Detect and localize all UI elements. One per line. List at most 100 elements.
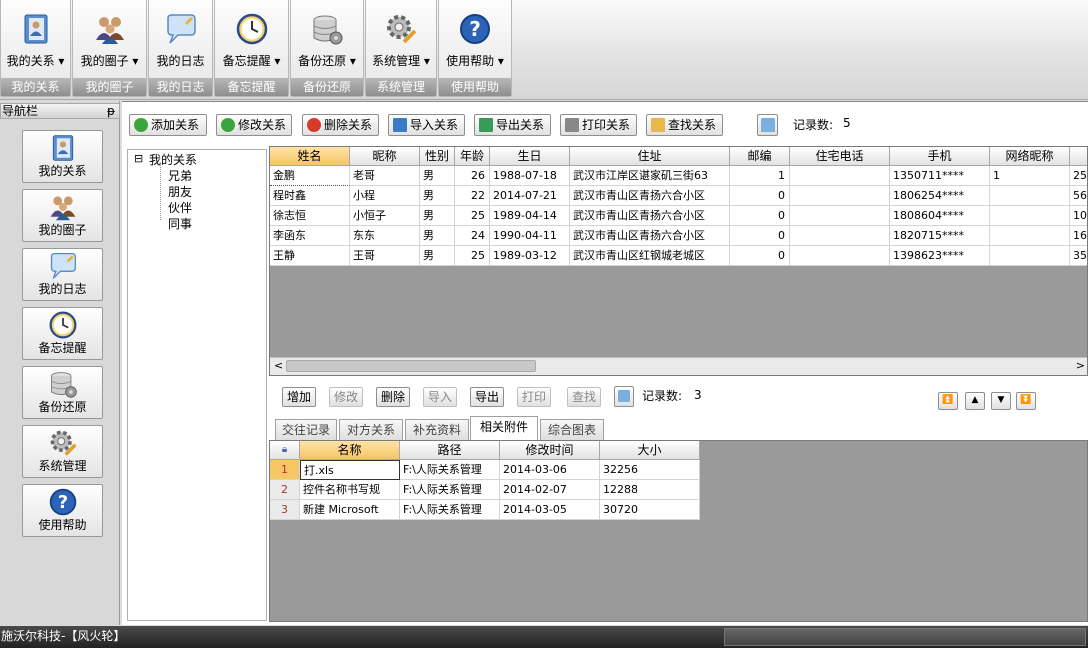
find-relation-button[interactable]: 查找关系 xyxy=(646,114,723,136)
column-header[interactable]: 网络昵称 xyxy=(990,147,1070,166)
refresh-button[interactable] xyxy=(757,114,778,136)
cell-mobile[interactable]: 1806254**** xyxy=(890,186,990,206)
cell-mobile[interactable]: 1350711**** xyxy=(890,166,990,186)
column-header[interactable]: 修改时间 xyxy=(500,441,600,460)
cell-gender[interactable]: 男 xyxy=(420,206,455,226)
cell-home-phone[interactable] xyxy=(790,186,890,206)
cell-nickname[interactable]: 小程 xyxy=(350,186,420,206)
edit-relation-button[interactable]: 修改关系 xyxy=(216,114,292,136)
cell-gender[interactable]: 男 xyxy=(420,186,455,206)
nav-backup-button[interactable]: 备份还原 xyxy=(22,366,103,419)
ribbon-help-button[interactable]: ? 使用帮助 ▾ xyxy=(439,4,511,76)
column-header[interactable]: 昵称 xyxy=(350,147,420,166)
cell-modified[interactable]: 2014-03-06 xyxy=(500,460,600,480)
cell-extra[interactable]: 564 xyxy=(1070,186,1087,206)
cell-file-name[interactable]: 打.xls xyxy=(300,460,400,480)
cell-extra[interactable]: 355 xyxy=(1070,246,1087,266)
cell-address[interactable]: 武汉市青山区青扬六合小区 xyxy=(570,186,730,206)
cell-nickname[interactable]: 王哥 xyxy=(350,246,420,266)
cell-file-name[interactable]: 控件名称书写规 xyxy=(300,480,400,500)
cell-birthday[interactable]: 1989-04-14 xyxy=(490,206,570,226)
tab-summary-chart[interactable]: 综合图表 xyxy=(540,419,604,440)
cell-file-name[interactable]: 新建 Microsoft xyxy=(300,500,400,520)
nav-help-button[interactable]: ? 使用帮助 xyxy=(22,484,103,537)
cell-name[interactable]: 金鹏 xyxy=(270,166,350,186)
nav-my-circles-button[interactable]: 我的圈子 xyxy=(22,189,103,242)
column-header[interactable]: 姓名 xyxy=(270,147,350,166)
cell-age[interactable]: 22 xyxy=(455,186,490,206)
column-header[interactable]: 名称 xyxy=(300,441,400,460)
cell-extra[interactable]: 252 xyxy=(1070,166,1087,186)
add-relation-button[interactable]: 添加关系 xyxy=(129,114,207,136)
tree-node[interactable]: 朋友 xyxy=(168,183,192,200)
cell-birthday[interactable]: 1988-07-18 xyxy=(490,166,570,186)
horizontal-scrollbar[interactable]: < > xyxy=(270,357,1087,375)
column-header[interactable]: 年龄 xyxy=(455,147,490,166)
cell-extra[interactable]: 109 xyxy=(1070,206,1087,226)
move-top-icon[interactable]: ⏫ xyxy=(938,392,958,410)
move-bottom-icon[interactable]: ⏬ xyxy=(1016,392,1036,410)
cell-age[interactable]: 25 xyxy=(455,206,490,226)
scroll-right-icon[interactable]: > xyxy=(1076,359,1085,372)
column-header[interactable] xyxy=(1070,147,1087,166)
column-header[interactable]: 邮编 xyxy=(730,147,790,166)
column-header[interactable]: 住宅电话 xyxy=(790,147,890,166)
cell-modified[interactable]: 2014-03-05 xyxy=(500,500,600,520)
cell-postcode[interactable]: 0 xyxy=(730,246,790,266)
move-up-icon[interactable]: ▲ xyxy=(965,392,985,410)
sub-edit-button[interactable]: 修改 xyxy=(329,387,363,407)
cell-age[interactable]: 26 xyxy=(455,166,490,186)
sub-find-button[interactable]: 查找 xyxy=(567,387,601,407)
sub-delete-button[interactable]: 删除 xyxy=(376,387,410,407)
cell-postcode[interactable]: 0 xyxy=(730,226,790,246)
tab-other-relations[interactable]: 对方关系 xyxy=(339,419,403,440)
tree-node[interactable]: 兄弟 xyxy=(168,167,192,184)
cell-extra[interactable]: 162 xyxy=(1070,226,1087,246)
collapse-icon[interactable]: ⊟ xyxy=(134,152,143,165)
cell-name[interactable]: 李函东 xyxy=(270,226,350,246)
column-header[interactable]: 路径 xyxy=(400,441,500,460)
cell-mobile[interactable]: 1820715**** xyxy=(890,226,990,246)
ribbon-my-relations-button[interactable]: 我的关系 ▾ xyxy=(1,4,70,76)
ribbon-my-journal-button[interactable]: 我的日志 xyxy=(149,4,212,76)
scroll-left-icon[interactable]: < xyxy=(274,359,283,372)
cell-size[interactable]: 32256 xyxy=(600,460,700,480)
sub-export-button[interactable]: 导出 xyxy=(470,387,504,407)
column-header[interactable]: 大小 xyxy=(600,441,700,460)
scrollbar-thumb[interactable] xyxy=(286,360,536,372)
cell-nickname[interactable]: 老哥 xyxy=(350,166,420,186)
cell-mobile[interactable]: 1808604**** xyxy=(890,206,990,226)
cell-age[interactable]: 25 xyxy=(455,246,490,266)
column-header[interactable]: 性别 xyxy=(420,147,455,166)
cell-home-phone[interactable] xyxy=(790,166,890,186)
cell-name[interactable]: 程时鑫 xyxy=(270,186,350,206)
column-header[interactable]: 手机 xyxy=(890,147,990,166)
cell-home-phone[interactable] xyxy=(790,226,890,246)
nav-my-journal-button[interactable]: 我的日志 xyxy=(22,248,103,301)
sub-import-button[interactable]: 导入 xyxy=(423,387,457,407)
cell-address[interactable]: 武汉市江岸区谌家矶三街63 xyxy=(570,166,730,186)
cell-size[interactable]: 30720 xyxy=(600,500,700,520)
move-down-icon[interactable]: ▼ xyxy=(991,392,1011,410)
cell-path[interactable]: F:\人际关系管理 xyxy=(400,500,500,520)
cell-age[interactable]: 24 xyxy=(455,226,490,246)
cell-net-nickname[interactable] xyxy=(990,206,1070,226)
cell-birthday[interactable]: 1989-03-12 xyxy=(490,246,570,266)
delete-relation-button[interactable]: 删除关系 xyxy=(302,114,379,136)
pin-icon[interactable]: ᵽ xyxy=(107,104,115,118)
nav-my-relations-button[interactable]: 我的关系 xyxy=(22,130,103,183)
cell-size[interactable]: 12288 xyxy=(600,480,700,500)
sub-print-button[interactable]: 打印 xyxy=(517,387,551,407)
cell-name[interactable]: 王静 xyxy=(270,246,350,266)
cell-postcode[interactable]: 0 xyxy=(730,186,790,206)
tab-attachments[interactable]: 相关附件 xyxy=(470,416,538,441)
tree-root[interactable]: 我的关系 xyxy=(149,151,197,168)
sub-refresh-button[interactable] xyxy=(614,386,634,407)
column-header[interactable]: 住址 xyxy=(570,147,730,166)
sub-add-button[interactable]: 增加 xyxy=(282,387,316,407)
print-relation-button[interactable]: 打印关系 xyxy=(560,114,637,136)
cell-net-nickname[interactable]: 1 xyxy=(990,166,1070,186)
cell-mobile[interactable]: 1398623**** xyxy=(890,246,990,266)
export-relation-button[interactable]: 导出关系 xyxy=(474,114,551,136)
ribbon-my-circles-button[interactable]: 我的圈子 ▾ xyxy=(73,4,146,76)
